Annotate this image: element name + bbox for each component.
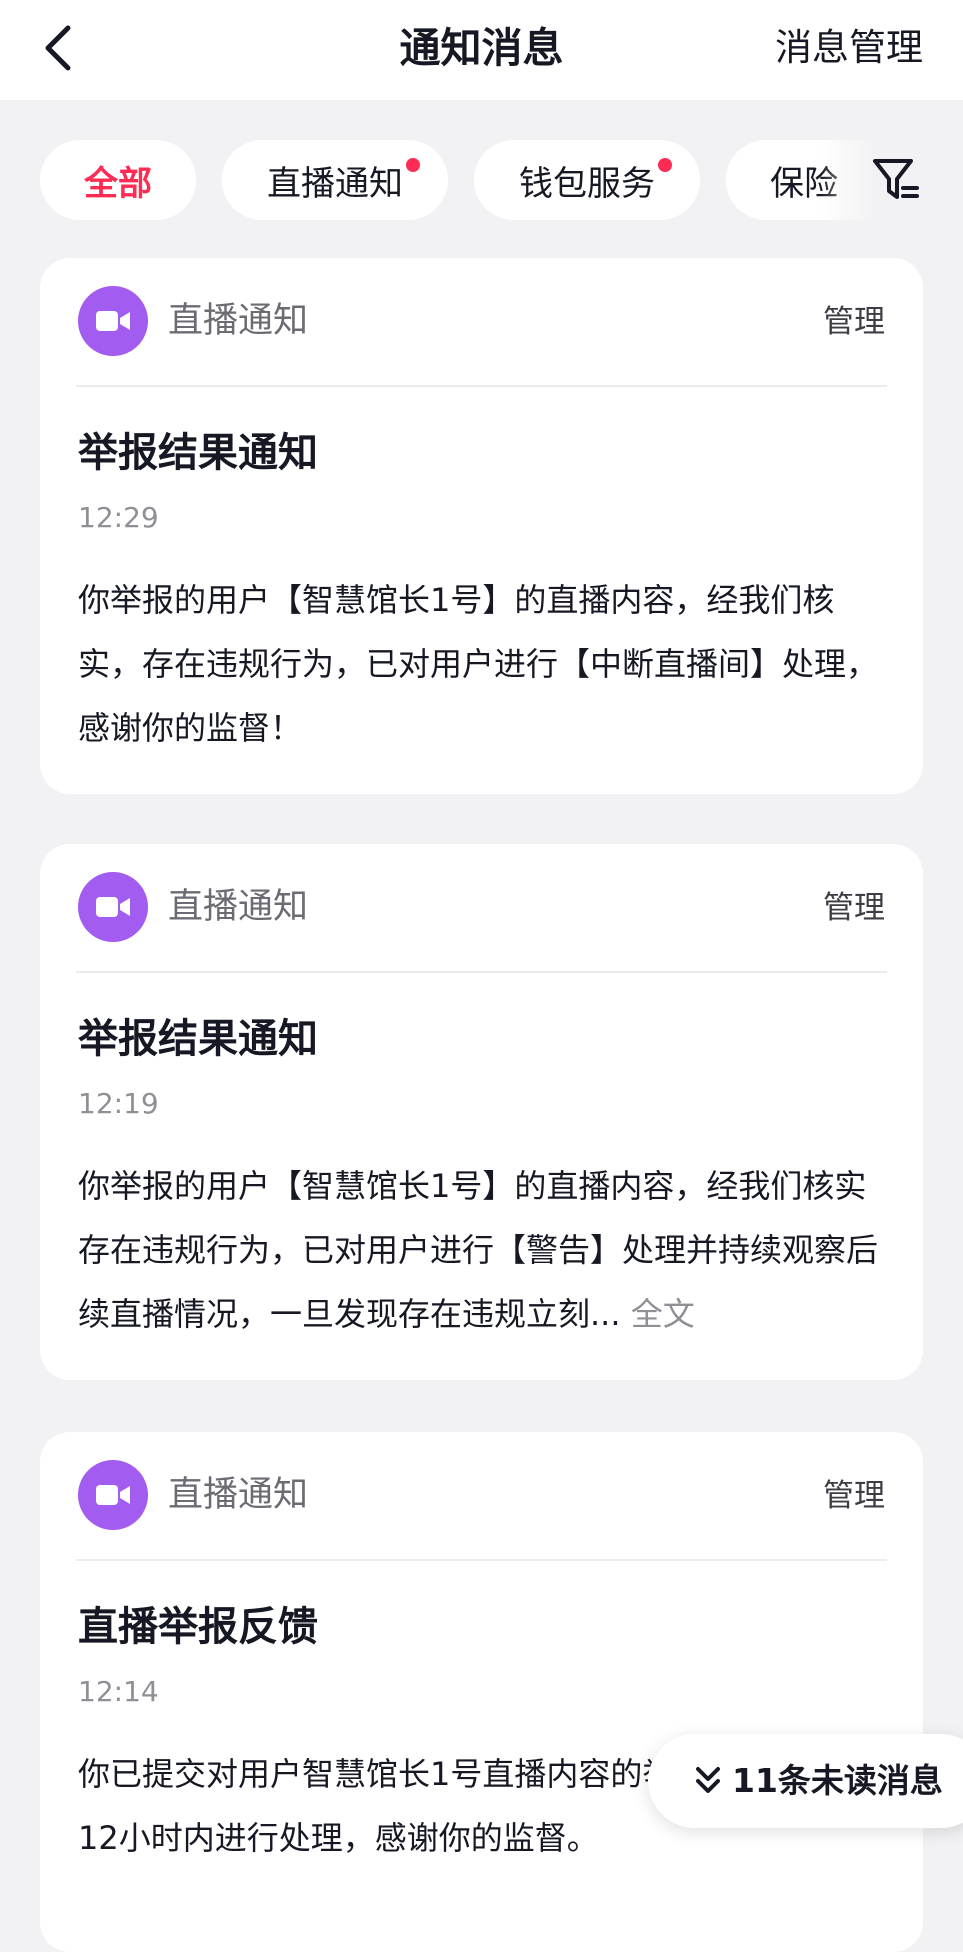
category-name: 直播通知 [168,887,309,927]
notification-card[interactable]: 直播通知 管理 直播举报反馈 12:14 你已提交对用户智慧馆长1号直播内容的举… [40,1432,923,1952]
unread-messages-label: 11条未读消息 [732,1761,943,1800]
notification-card[interactable]: 直播通知 管理 举报结果通知 12:29 你举报的用户【智慧馆长1号】的直播内容… [40,258,923,794]
tab-wallet-service[interactable]: 钱包服务 [474,140,700,220]
notification-title: 举报结果通知 [78,1016,318,1062]
video-camera-icon [78,286,148,356]
divider [76,971,887,973]
card-manage-button[interactable]: 管理 [823,300,885,344]
unread-dot [658,158,672,172]
category-tabs: 全部 直播通知 钱包服务 保险 [0,140,963,220]
notification-title: 直播举报反馈 [78,1604,318,1650]
card-manage-button[interactable]: 管理 [823,886,885,930]
message-manage-button[interactable]: 消息管理 [775,22,923,74]
card-manage-button[interactable]: 管理 [823,1474,885,1518]
tab-label: 直播通知 [267,163,403,204]
notification-time: 12:14 [78,1675,159,1708]
divider [76,1559,887,1561]
notification-time: 12:29 [78,501,159,534]
category-name: 直播通知 [168,301,309,341]
notification-card[interactable]: 直播通知 管理 举报结果通知 12:19 你举报的用户【智慧馆长1号】的直播内容… [40,844,923,1380]
card-header: 直播通知 管理 [40,844,923,973]
tab-all[interactable]: 全部 [40,140,196,220]
tab-live-notice[interactable]: 直播通知 [222,140,448,220]
card-header: 直播通知 管理 [40,1432,923,1561]
notification-body-text: 你举报的用户【智慧馆长1号】的直播内容，经我们核实存在违规行为，已对用户进行【警… [78,1167,879,1333]
filter-icon [873,159,919,199]
notification-body: 你举报的用户【智慧馆长1号】的直播内容，经我们核实，存在违规行为，已对用户进行【… [78,581,879,747]
tab-label: 全部 [84,163,152,204]
card-header: 直播通知 管理 [40,258,923,387]
unread-messages-button[interactable]: 11条未读消息 [648,1734,963,1828]
notification-title: 举报结果通知 [78,430,318,476]
video-camera-icon [78,872,148,942]
filter-button[interactable] [868,150,924,210]
double-chevron-down-icon [696,1767,720,1793]
video-camera-icon [78,1460,148,1530]
read-full-link[interactable]: 全文 [631,1295,695,1333]
tab-label: 钱包服务 [519,163,655,204]
category-name: 直播通知 [168,1475,309,1515]
divider [76,385,887,387]
notification-body: 你举报的用户【智慧馆长1号】的直播内容，经我们核实存在违规行为，已对用户进行【警… [78,1154,894,1346]
top-bar: 通知消息 消息管理 [0,0,963,100]
notification-time: 12:19 [78,1087,159,1120]
unread-dot [406,158,420,172]
